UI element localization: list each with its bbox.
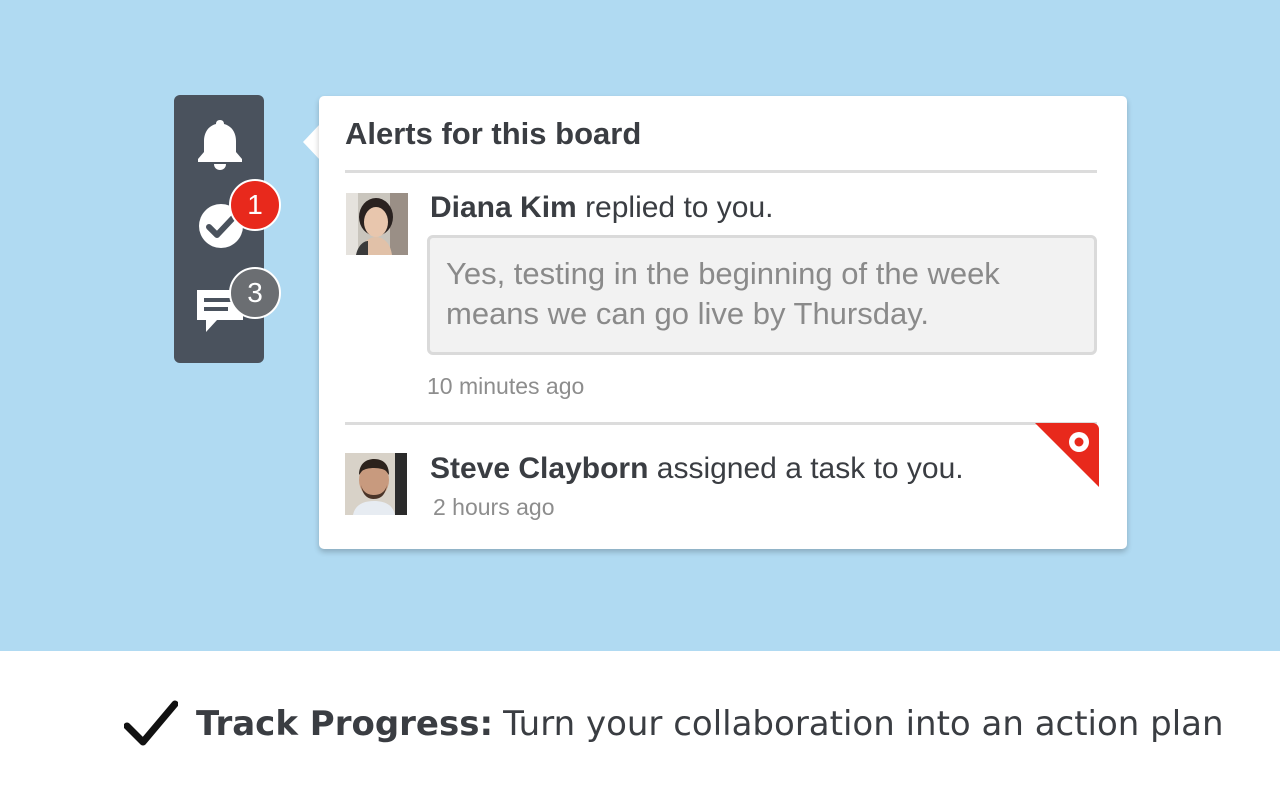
alerts-panel: Alerts for this board Diana Kim replied … (319, 96, 1127, 549)
avatar-diana-kim[interactable] (346, 193, 408, 255)
feature-caption: Track Progress: Turn your collaboration … (124, 698, 1224, 750)
checkmark-icon (124, 700, 178, 746)
panel-pointer (303, 124, 320, 160)
title-divider (345, 170, 1097, 173)
alert-divider (345, 422, 1097, 425)
caption-title: Track Progress: (196, 704, 494, 744)
caption-text: Turn your collaboration into an action p… (503, 704, 1224, 744)
tasks-count-badge: 1 (229, 179, 281, 231)
bell-icon (198, 120, 242, 170)
alert-action: assigned a task to you. (656, 452, 964, 485)
alert-text: Steve Clayborn assigned a task to you. (430, 452, 964, 486)
task-flag-icon[interactable] (1035, 423, 1099, 487)
comments-count-badge: 3 (229, 267, 281, 319)
alert-text: Diana Kim replied to you. (430, 191, 774, 225)
alert-timestamp: 2 hours ago (433, 494, 555, 520)
alert-timestamp: 10 minutes ago (427, 373, 585, 399)
alert-author[interactable]: Diana Kim (430, 191, 577, 224)
alert-action: replied to you. (585, 191, 774, 224)
avatar-steve-clayborn[interactable] (345, 453, 407, 515)
alert-author[interactable]: Steve Clayborn (430, 452, 648, 485)
alerts-button[interactable] (174, 107, 264, 177)
panel-title: Alerts for this board (345, 116, 642, 151)
reply-quote[interactable]: Yes, testing in the beginning of the wee… (427, 235, 1097, 355)
